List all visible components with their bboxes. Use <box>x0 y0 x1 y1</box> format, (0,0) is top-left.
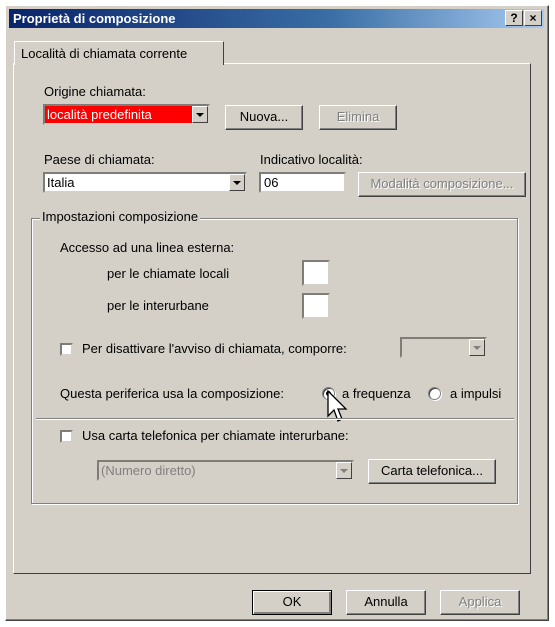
origin-label: Origine chiamata: <box>44 84 146 99</box>
pulse-radio[interactable] <box>428 387 441 400</box>
new-location-button[interactable]: Nuova... <box>225 105 303 130</box>
area-code-value: 06 <box>264 175 279 190</box>
chevron-down-icon[interactable] <box>336 462 352 479</box>
origin-combo[interactable]: località predefinita <box>43 104 210 125</box>
calling-card-combo[interactable]: (Numero diretto) <box>97 460 354 481</box>
mouse-pointer-icon <box>327 390 348 422</box>
outside-line-label: Accesso ad una linea esterna: <box>60 240 235 255</box>
long-distance-label: per le interurbane <box>107 298 209 313</box>
calling-card-value: (Numero diretto) <box>101 463 196 478</box>
call-waiting-label: Per disattivare l'avviso di chiamata, co… <box>82 341 347 356</box>
calling-card-button[interactable]: Carta telefonica... <box>368 459 496 484</box>
call-waiting-combo[interactable] <box>400 337 487 358</box>
country-label: Paese di chiamata: <box>44 152 155 167</box>
help-button[interactable]: ? <box>505 10 523 26</box>
chevron-down-icon[interactable] <box>469 339 485 356</box>
window-title: Proprietà di composizione <box>13 11 176 26</box>
origin-value: località predefinita <box>47 107 152 122</box>
chevron-down-icon[interactable] <box>229 174 245 191</box>
tone-label: a frequenza <box>342 386 411 401</box>
country-combo[interactable]: Italia <box>43 172 247 193</box>
calling-card-label: Usa carta telefonica per chiamate interu… <box>82 428 349 443</box>
tab-label: Località di chiamata corrente <box>21 46 188 61</box>
calling-card-checkbox[interactable] <box>60 430 73 443</box>
group-separator <box>36 418 514 420</box>
dialing-rules-button[interactable]: Modalità composizione... <box>358 172 526 197</box>
pulse-label: a impulsi <box>450 386 502 401</box>
long-distance-access-input[interactable] <box>302 293 330 319</box>
apply-button[interactable]: Applica <box>440 590 520 615</box>
tab-current-location[interactable]: Località di chiamata corrente <box>14 41 224 65</box>
dial-type-label: Questa periferica usa la composizione: <box>60 386 285 401</box>
dialing-settings-legend: Impostazioni composizione <box>40 209 201 224</box>
close-button[interactable]: × <box>524 10 542 26</box>
country-value: Italia <box>47 175 75 190</box>
area-code-label: Indicativo località: <box>260 152 363 167</box>
local-access-input[interactable] <box>302 260 330 286</box>
chevron-down-icon[interactable] <box>192 106 208 123</box>
local-calls-label: per le chiamate locali <box>107 266 230 281</box>
delete-location-button[interactable]: Elimina <box>319 105 397 130</box>
call-waiting-checkbox[interactable] <box>60 343 73 356</box>
ok-button[interactable]: OK <box>252 590 332 615</box>
cancel-button[interactable]: Annulla <box>346 590 426 615</box>
area-code-input[interactable]: 06 <box>259 172 346 193</box>
title-bar[interactable]: Proprietà di composizione ? × <box>9 9 544 28</box>
